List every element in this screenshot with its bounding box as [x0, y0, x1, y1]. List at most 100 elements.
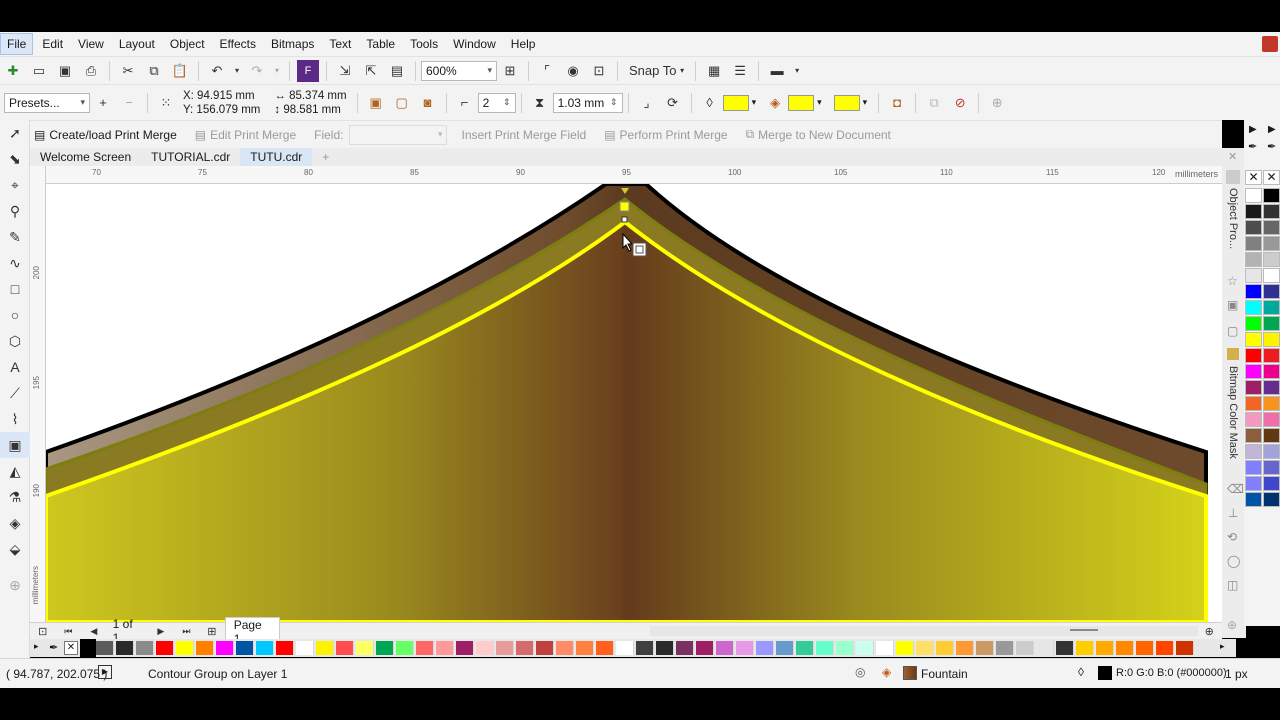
color-swatch[interactable]	[1263, 428, 1280, 443]
color-swatch[interactable]	[316, 641, 334, 655]
eyedropper-tool-icon[interactable]: ⚗	[0, 484, 30, 510]
print-icon[interactable]: ⎙	[80, 60, 102, 82]
add-tool-icon[interactable]: ⊕	[0, 572, 30, 598]
color-swatch[interactable]	[196, 641, 214, 655]
color-swatch[interactable]	[536, 641, 554, 655]
color-swatch[interactable]	[516, 641, 534, 655]
color-swatch[interactable]	[1245, 252, 1262, 267]
outline-swatch[interactable]	[1098, 666, 1112, 680]
fill-color-swatch[interactable]	[788, 94, 815, 111]
color-swatch[interactable]	[496, 641, 514, 655]
color-swatch[interactable]	[856, 641, 874, 655]
redo-dropdown-icon[interactable]: ▾	[272, 60, 282, 82]
color-swatch[interactable]	[1245, 476, 1262, 491]
color-swatch[interactable]	[1136, 641, 1154, 655]
connector-tool-icon[interactable]: ⌇	[0, 406, 30, 432]
create-print-merge-button[interactable]: ▤ Create/load Print Merge	[34, 128, 177, 142]
outline-color-swatch[interactable]	[722, 94, 749, 111]
view-mode-icon[interactable]: ◉	[562, 60, 584, 82]
color-swatch[interactable]	[396, 641, 414, 655]
color-swatch[interactable]	[216, 641, 234, 655]
color-swatch[interactable]	[1263, 460, 1280, 475]
color-swatch[interactable]	[1263, 348, 1280, 363]
palette-arrow-icon[interactable]: ▸	[1220, 641, 1225, 652]
color-swatch[interactable]	[1263, 188, 1280, 203]
perform-merge-button[interactable]: ▤ Perform Print Merge	[604, 128, 727, 142]
object-properties-icon[interactable]	[1226, 170, 1240, 184]
last-fill-color-swatch[interactable]	[833, 94, 860, 111]
contour-handle-start[interactable]	[621, 216, 628, 223]
remove-preset-icon[interactable]: −	[118, 92, 140, 114]
color-swatch[interactable]	[816, 641, 834, 655]
contour-offset-field[interactable]: 1.03 mm ⇕	[552, 92, 623, 113]
paste-icon[interactable]: 📋	[169, 60, 191, 82]
menu-object[interactable]: Object	[164, 34, 211, 54]
interactive-fill-icon[interactable]: ◈	[0, 510, 30, 536]
color-swatch[interactable]	[1263, 492, 1280, 507]
color-swatch[interactable]	[1245, 220, 1262, 235]
color-swatch[interactable]	[436, 641, 454, 655]
color-swatch[interactable]	[1036, 641, 1054, 655]
color-swatch[interactable]	[1263, 268, 1280, 283]
color-swatch[interactable]	[1076, 641, 1094, 655]
artistic-media-icon[interactable]: ∿	[0, 250, 30, 276]
transparency-tool-icon[interactable]: ◭	[0, 458, 30, 484]
contour-tool-icon[interactable]: ▣	[0, 432, 30, 458]
new-document-icon[interactable]: ✚	[2, 60, 24, 82]
docker-tab-object-properties[interactable]: Object Pro...	[1227, 188, 1239, 249]
menu-file[interactable]: File	[0, 33, 34, 55]
color-swatch[interactable]	[1245, 188, 1262, 203]
color-swatch[interactable]	[376, 641, 394, 655]
palette-arrow-icon[interactable]: ▸	[34, 641, 39, 652]
menu-layout[interactable]: Layout	[113, 34, 161, 54]
color-swatch[interactable]	[976, 641, 994, 655]
color-swatch[interactable]	[836, 641, 854, 655]
color-swatch[interactable]	[1176, 641, 1194, 655]
add-docker-icon[interactable]: ⊕	[1227, 618, 1237, 632]
color-swatch[interactable]	[1116, 641, 1134, 655]
eraser-icon[interactable]: ⌫	[1227, 482, 1244, 496]
color-swatch[interactable]	[1263, 332, 1280, 347]
chevron-down-icon[interactable]: ▾	[817, 97, 822, 108]
chevron-down-icon[interactable]: ▾	[752, 97, 757, 108]
align-icon[interactable]: ☰	[729, 60, 751, 82]
launch-icon[interactable]: ▬	[766, 60, 788, 82]
color-swatch[interactable]	[776, 641, 794, 655]
color-swatch[interactable]	[1263, 220, 1280, 235]
cube-icon[interactable]: ◫	[1227, 578, 1238, 592]
edit-print-merge-button[interactable]: ▤ Edit Print Merge	[195, 128, 296, 142]
palette-arrow-icon[interactable]: ▶	[1249, 124, 1257, 135]
color-swatch[interactable]	[1263, 252, 1280, 267]
color-swatch[interactable]	[1263, 236, 1280, 251]
color-swatch[interactable]	[1245, 492, 1262, 507]
menu-effects[interactable]: Effects	[214, 34, 262, 54]
shape-tool-icon[interactable]: ⬊	[0, 146, 30, 172]
eyedropper-icon[interactable]: ✒	[1267, 140, 1276, 153]
menu-help[interactable]: Help	[505, 34, 542, 54]
rectangle-tool-icon[interactable]: □	[0, 276, 30, 302]
layers-icon[interactable]: ▣	[1227, 298, 1238, 312]
color-swatch[interactable]	[1245, 300, 1262, 315]
color-swatch[interactable]	[716, 641, 734, 655]
color-swatch[interactable]	[936, 641, 954, 655]
redo-icon[interactable]: ↷	[246, 60, 268, 82]
tab-welcome-screen[interactable]: Welcome Screen	[30, 148, 141, 166]
color-swatch[interactable]	[1263, 380, 1280, 395]
fill-swatch[interactable]	[903, 666, 917, 680]
docker-tab-bitmap-color-mask[interactable]: Bitmap Color Mask	[1227, 366, 1239, 459]
close-docker-icon[interactable]: ✕	[1228, 150, 1237, 163]
color-swatch[interactable]	[1245, 428, 1262, 443]
color-swatch[interactable]	[1156, 641, 1174, 655]
launch-dropdown-icon[interactable]: ▾	[792, 60, 802, 82]
horizontal-ruler[interactable]: millimeters 70 75 80 85 90 95 100 105 110 115 120	[46, 166, 1222, 184]
color-swatch[interactable]	[116, 641, 134, 655]
color-mask-icon[interactable]	[1227, 348, 1239, 360]
scrollbar-thumb[interactable]	[1069, 629, 1098, 631]
color-swatch[interactable]	[1245, 364, 1262, 379]
refresh-icon[interactable]: ⟲	[1227, 530, 1237, 544]
presets-select[interactable]: Presets... ▾	[4, 92, 90, 113]
color-swatch[interactable]	[1245, 396, 1262, 411]
text-tool-icon[interactable]: A	[0, 354, 30, 380]
no-color-swatch[interactable]: ✕	[1245, 170, 1262, 185]
color-swatch[interactable]	[1245, 444, 1262, 459]
